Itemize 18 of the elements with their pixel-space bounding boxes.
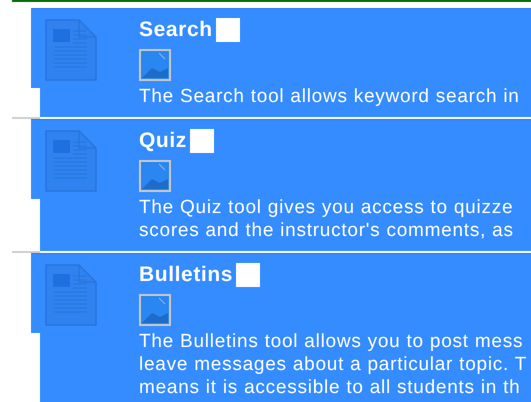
tool-description: The Search tool allows keyword search in xyxy=(139,85,520,108)
broken-image-icon xyxy=(139,49,171,81)
tool-description: means it is accessible to all students in th xyxy=(139,376,521,399)
tool-description: scores and the instructor's comments, as xyxy=(139,219,514,242)
placeholder-square-icon xyxy=(236,263,260,287)
tool-description: The Bulletins tool allows you to post mess xyxy=(139,330,524,353)
tool-description: leave messages about a particular topic. T xyxy=(139,353,528,376)
document-icon xyxy=(45,264,97,326)
tool-title: Quiz xyxy=(139,128,187,154)
placeholder-square-icon xyxy=(216,18,240,42)
document-icon xyxy=(45,19,97,81)
document-icon xyxy=(45,130,97,192)
tool-description: The Quiz tool gives you access to quizze xyxy=(139,196,514,219)
tool-title: Bulletins xyxy=(139,262,234,288)
tool-title: Search xyxy=(139,17,213,43)
placeholder-square-icon xyxy=(190,129,214,153)
broken-image-icon xyxy=(139,294,171,326)
broken-image-icon xyxy=(139,160,171,192)
